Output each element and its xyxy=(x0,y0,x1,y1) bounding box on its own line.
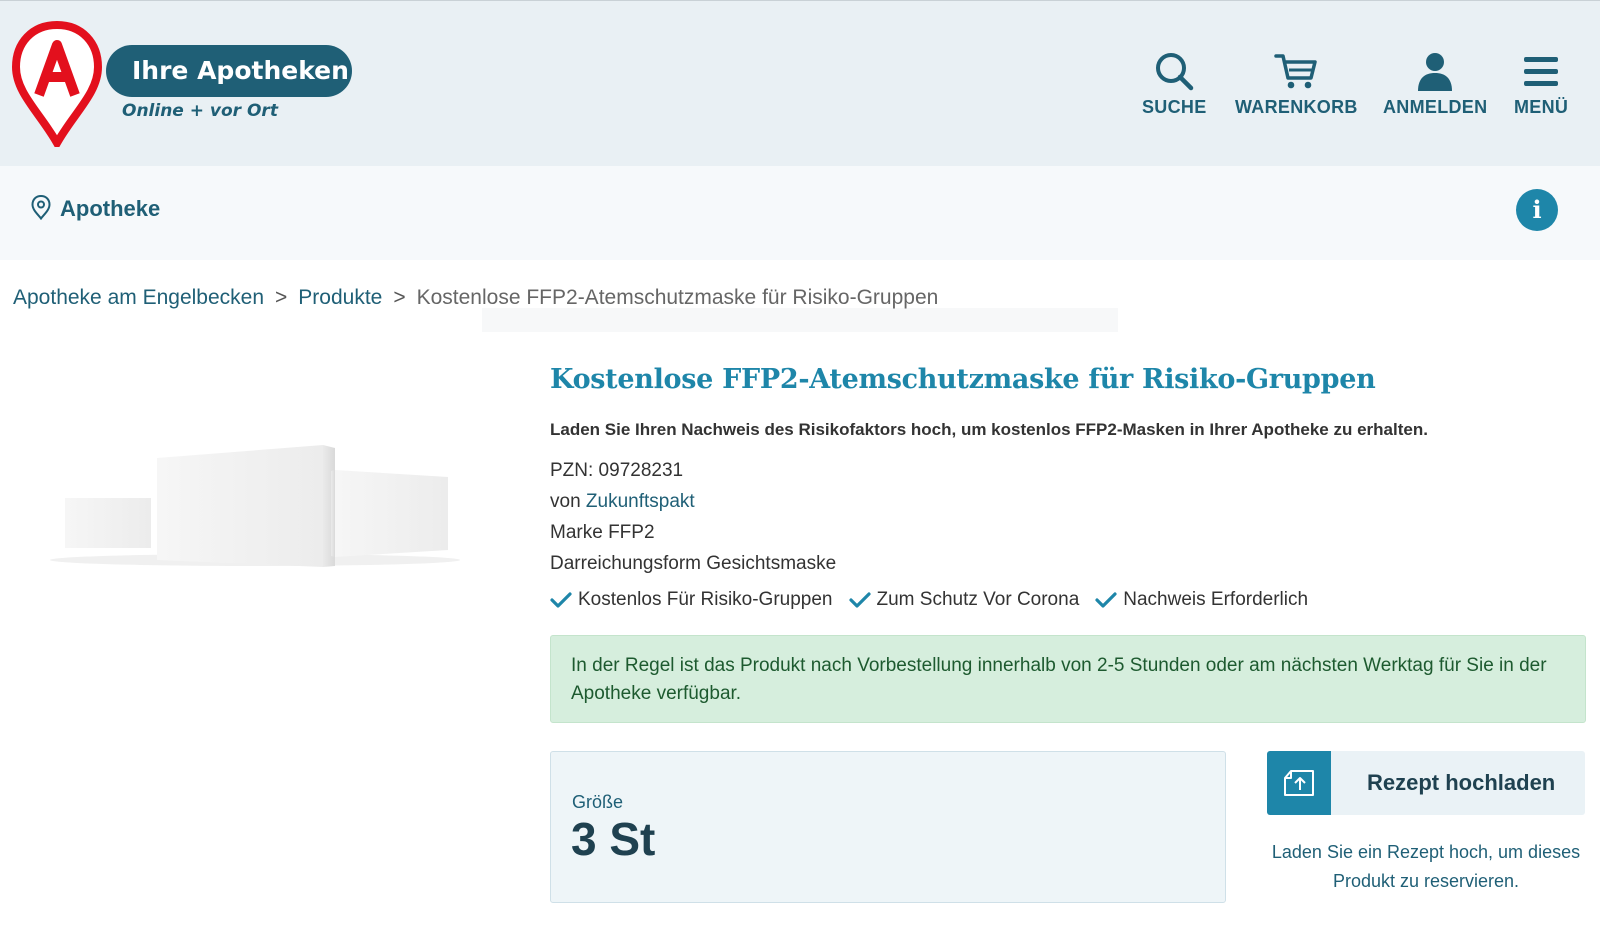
divider xyxy=(482,308,1118,332)
logo-wordmark: Ihre Apotheken xyxy=(106,45,352,97)
feature-label: Zum Schutz Vor Corona xyxy=(876,589,1080,610)
search-icon xyxy=(1156,53,1194,91)
breadcrumb-current: Kostenlose FFP2-Atemschutzmaske für Risi… xyxy=(416,286,939,309)
product-image xyxy=(50,445,460,567)
vendor-link[interactable]: Zukunftspakt xyxy=(586,491,695,512)
upload-prescription-label: Rezept hochladen xyxy=(1367,770,1556,795)
breadcrumb-link-pharmacy[interactable]: Apotheke am Engelbecken xyxy=(13,286,264,309)
nav-menu-label: MENÜ xyxy=(1514,97,1569,117)
size-selector[interactable]: Größe 3 St xyxy=(550,751,1226,903)
product-pzn: PZN: 09728231 xyxy=(550,460,684,481)
breadcrumb-separator: > xyxy=(393,286,406,309)
checkmark-icon xyxy=(848,592,871,608)
feature-item: Nachweis Erforderlich xyxy=(1095,589,1308,611)
upload-hint: Laden Sie ein Rezept hoch, um dieses Pro… xyxy=(1271,842,1581,891)
logo-pin-icon xyxy=(12,21,102,147)
nav-login-label: ANMELDEN xyxy=(1383,97,1488,117)
size-value: 3 St xyxy=(571,813,656,865)
breadcrumb-separator: > xyxy=(275,286,288,309)
info-icon[interactable]: i xyxy=(1516,189,1558,231)
availability-notice: In der Regel ist das Produkt nach Vorbes… xyxy=(550,635,1586,723)
vendor-prefix: von xyxy=(550,491,581,512)
upload-prescription-icon xyxy=(1284,770,1314,796)
nav-cart-label: WARENKORB xyxy=(1235,97,1358,117)
pharmacy-selector[interactable]: Apotheke xyxy=(60,196,160,222)
pharmacy-bar: Apotheke i xyxy=(0,166,1600,260)
product-subtitle: Laden Sie Ihren Nachweis des Risikofakto… xyxy=(550,420,1428,439)
feature-label: Nachweis Erforderlich xyxy=(1123,589,1309,610)
nav-menu[interactable]: MENÜ xyxy=(1514,51,1568,118)
feature-list: Kostenlos Für Risiko-Gruppen Zum Schutz … xyxy=(550,589,1324,611)
nav-search[interactable]: SUCHE xyxy=(1142,51,1207,118)
location-pin-icon xyxy=(31,194,51,220)
hamburger-icon xyxy=(1524,57,1559,86)
feature-item: Zum Schutz Vor Corona xyxy=(848,589,1080,611)
product-title: Kostenlose FFP2-Atemschutzmaske für Risi… xyxy=(550,364,1376,395)
breadcrumb-link-products[interactable]: Produkte xyxy=(298,286,382,309)
product-vendor-line: von Zukunftspakt xyxy=(550,491,695,513)
user-icon xyxy=(1418,53,1453,91)
nav-search-label: SUCHE xyxy=(1142,97,1207,117)
product-form: Darreichungsform Gesichtsmaske xyxy=(550,553,837,574)
upload-prescription-button[interactable]: Rezept hochladen xyxy=(1267,751,1585,815)
size-label: Größe xyxy=(572,792,624,812)
nav-login[interactable]: ANMELDEN xyxy=(1383,51,1487,118)
product-brand: Marke FFP2 xyxy=(550,522,655,543)
nav-cart[interactable]: WARENKORB xyxy=(1235,51,1358,118)
feature-label: Kostenlos Für Risiko-Gruppen xyxy=(578,589,833,610)
logo-tagline: Online + vor Ort xyxy=(122,101,278,121)
feature-item: Kostenlos Für Risiko-Gruppen xyxy=(550,589,833,611)
upload-icon-box xyxy=(1267,751,1331,815)
breadcrumb: Apotheke am Engelbecken > Produkte > Kostenl… xyxy=(13,286,938,310)
cart-icon xyxy=(1274,54,1318,89)
site-logo[interactable]: Ihre Apotheken Online + vor Ort xyxy=(12,21,372,151)
checkmark-icon xyxy=(550,592,572,608)
checkmark-icon xyxy=(1095,592,1117,608)
site-header: Ihre Apotheken Online + vor Ort SUCHE WA… xyxy=(0,0,1600,166)
